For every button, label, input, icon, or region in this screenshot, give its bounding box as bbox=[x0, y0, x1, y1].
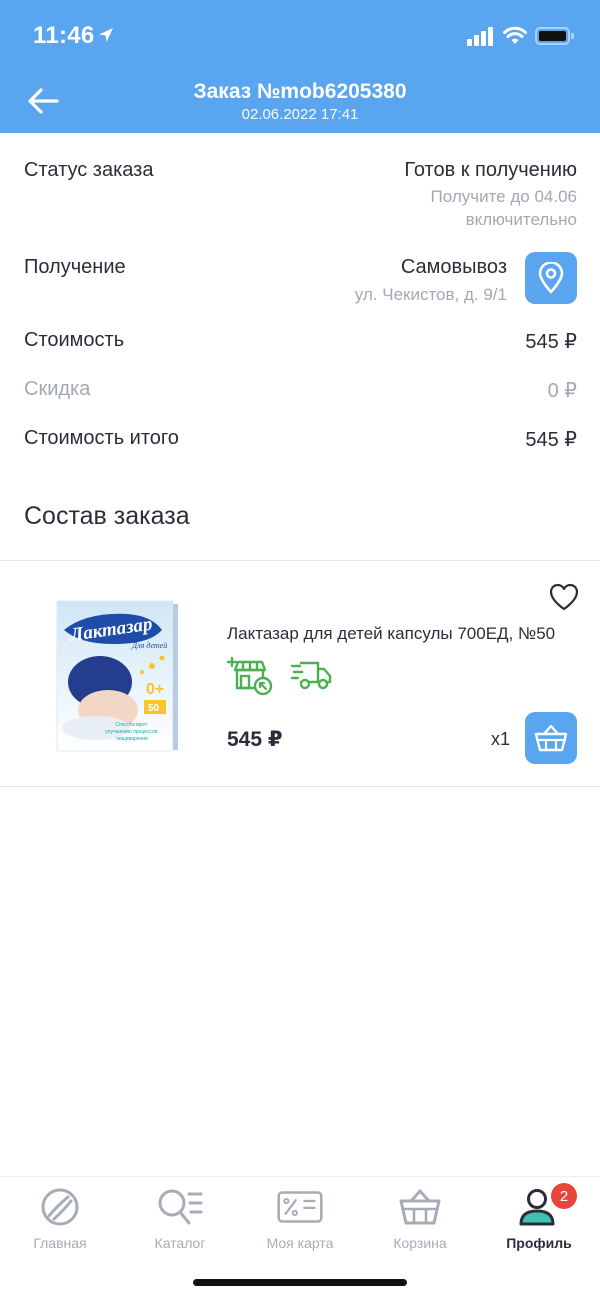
notification-badge: 2 bbox=[551, 1183, 577, 1209]
status-note: Получите до 04.06 bbox=[430, 187, 577, 206]
receiving-row: Получение Самовывоз ул. Чекистов, д. 9/1 bbox=[24, 252, 577, 310]
product-age-text: 0+ bbox=[146, 681, 164, 698]
divider bbox=[0, 786, 600, 787]
map-location-button[interactable] bbox=[525, 252, 577, 304]
tab-my-card[interactable]: Моя карта bbox=[240, 1185, 360, 1255]
status-note-2: включительно bbox=[465, 210, 577, 229]
map-pin-icon bbox=[538, 262, 564, 294]
status-value-block: Готов к получению Получите до 04.06 вклю… bbox=[404, 159, 577, 231]
tab-catalog[interactable]: Каталог bbox=[120, 1185, 240, 1255]
cost-label: Стоимость bbox=[24, 329, 125, 351]
pickup-address: ул. Чекистов, д. 9/1 bbox=[354, 285, 507, 304]
composition-title: Состав заказа bbox=[24, 502, 190, 530]
tab-label: Моя карта bbox=[266, 1235, 334, 1251]
discount-row: Скидка 0 ₽ bbox=[24, 378, 577, 406]
product-count-text: 50 bbox=[148, 703, 160, 714]
tab-profile[interactable]: 2 Профиль bbox=[479, 1183, 599, 1255]
home-icon bbox=[37, 1185, 83, 1229]
battery-icon bbox=[535, 27, 574, 45]
status-bar: 11:46 bbox=[0, 0, 600, 70]
add-to-cart-button[interactable] bbox=[525, 712, 577, 764]
product-image: Лактазар Для детей 0+ 50 Способствует ул… bbox=[56, 600, 178, 752]
receiving-label: Получение bbox=[24, 256, 126, 278]
basket-icon bbox=[397, 1185, 443, 1229]
receiving-value: Самовывоз bbox=[400, 256, 507, 278]
product-sub-text: Для детей bbox=[131, 641, 167, 650]
store-pickup-icon bbox=[226, 656, 273, 696]
tab-label: Профиль bbox=[506, 1235, 572, 1251]
tab-basket[interactable]: Корзина bbox=[360, 1185, 480, 1255]
tab-label: Каталог bbox=[154, 1235, 206, 1251]
total-row: Стоимость итого 545 ₽ bbox=[24, 427, 577, 455]
app-header: 11:46 Заказ №mob6205380 02.06.2022 17:41 bbox=[0, 0, 600, 133]
order-datetime: 02.06.2022 17:41 bbox=[241, 106, 359, 123]
page-title: Заказ №mob6205380 bbox=[193, 80, 407, 103]
status-time: 11:46 bbox=[33, 22, 95, 49]
delivery-truck-icon bbox=[290, 661, 332, 690]
wifi-icon bbox=[503, 26, 527, 44]
tab-home[interactable]: Главная bbox=[0, 1185, 120, 1255]
card-icon bbox=[277, 1185, 323, 1229]
total-value: 545 ₽ bbox=[525, 429, 577, 451]
home-indicator bbox=[193, 1279, 407, 1286]
cost-row: Стоимость 545 ₽ bbox=[24, 329, 577, 357]
catalog-icon bbox=[157, 1185, 203, 1229]
signal-icon bbox=[467, 27, 493, 46]
status-value: Готов к получению bbox=[404, 159, 577, 181]
status-icons bbox=[467, 25, 575, 47]
location-arrow-icon bbox=[99, 28, 113, 42]
order-status-row: Статус заказа Готов к получению Получите… bbox=[24, 159, 577, 239]
discount-value: 0 ₽ bbox=[547, 380, 577, 402]
product-name[interactable]: Лактазар для детей капсулы 700ЕД, №50 bbox=[227, 624, 587, 644]
tab-label: Главная bbox=[33, 1235, 87, 1251]
receiving-value-block: Самовывоз ул. Чекистов, д. 9/1 bbox=[355, 256, 507, 306]
divider bbox=[0, 560, 600, 561]
tab-label: Корзина bbox=[393, 1235, 447, 1251]
product-price: 545 ₽ bbox=[227, 728, 283, 751]
status-label: Статус заказа bbox=[24, 159, 154, 181]
discount-label: Скидка bbox=[24, 378, 91, 400]
heart-icon[interactable] bbox=[548, 582, 580, 612]
cost-value: 545 ₽ bbox=[525, 331, 577, 353]
basket-icon bbox=[534, 724, 568, 752]
total-label: Стоимость итого bbox=[24, 427, 179, 449]
product-quantity: x1 bbox=[491, 729, 511, 749]
